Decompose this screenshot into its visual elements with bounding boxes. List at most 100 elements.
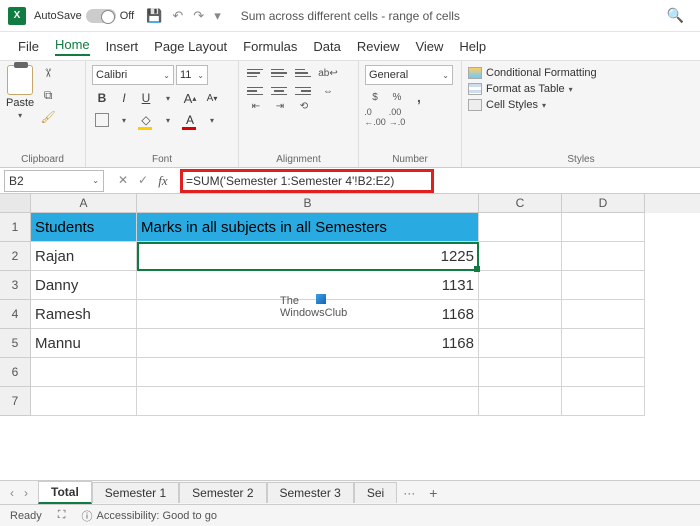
cell-D5[interactable] (562, 329, 645, 358)
cell-styles-button[interactable]: Cell Styles ▾ (468, 99, 694, 111)
tab-review[interactable]: Review (357, 39, 400, 54)
cell-A3[interactable]: Danny (31, 271, 137, 300)
save-icon[interactable]: 💾 (146, 8, 162, 24)
align-top-icon[interactable] (245, 65, 265, 81)
sheet-tab-total[interactable]: Total (38, 481, 92, 504)
formula-input[interactable]: =SUM('Semester 1:Semester 4'!B2:E2) (178, 168, 700, 194)
sheet-tab-semester1[interactable]: Semester 1 (92, 482, 179, 503)
cell-D3[interactable] (562, 271, 645, 300)
redo-icon[interactable]: ↷ (193, 8, 204, 24)
cell-A2[interactable]: Rajan (31, 242, 137, 271)
percent-icon[interactable]: % (387, 89, 407, 105)
cell-A7[interactable] (31, 387, 137, 416)
cell-D2[interactable] (562, 242, 645, 271)
align-left-icon[interactable] (245, 83, 265, 99)
row-header-7[interactable]: 7 (0, 387, 31, 416)
format-painter-icon[interactable]: 🖌 (40, 109, 56, 125)
cell-D1[interactable] (562, 213, 645, 242)
increase-font-icon[interactable]: A▴ (180, 89, 200, 107)
tab-data[interactable]: Data (313, 39, 340, 54)
format-as-table-button[interactable]: Format as Table ▾ (468, 83, 694, 95)
copy-icon[interactable]: ⧉ (40, 87, 56, 103)
sheet-prev-icon[interactable]: ‹ (10, 486, 14, 500)
orientation-icon[interactable]: ⟲ (293, 101, 315, 112)
row-header-2[interactable]: 2 (0, 242, 31, 271)
wrap-text-icon[interactable]: ab↩ (317, 65, 339, 81)
cell-D4[interactable] (562, 300, 645, 329)
row-header-3[interactable]: 3 (0, 271, 31, 300)
tab-home[interactable]: Home (55, 37, 90, 56)
cell-C6[interactable] (479, 358, 562, 387)
decrease-font-icon[interactable]: A▾ (202, 89, 222, 107)
tab-file[interactable]: File (18, 39, 39, 54)
cell-C3[interactable] (479, 271, 562, 300)
autosave-toggle[interactable]: AutoSave Off (34, 9, 134, 23)
indent-dec-icon[interactable]: ⇤ (245, 101, 267, 112)
border-button[interactable] (92, 111, 112, 129)
sheet-tab-semester3[interactable]: Semester 3 (267, 482, 354, 503)
search-icon[interactable]: 🔍 (667, 7, 684, 24)
col-header-A[interactable]: A (31, 194, 137, 213)
fill-color-button[interactable]: ◇ (136, 111, 156, 129)
tab-view[interactable]: View (415, 39, 443, 54)
cell-B5[interactable]: 1168 (137, 329, 479, 358)
font-size-combo[interactable]: 11⌄ (176, 65, 208, 85)
paste-button[interactable]: Paste ▾ (6, 65, 34, 120)
currency-icon[interactable]: $ (365, 89, 385, 105)
fill-dd-icon[interactable]: ▾ (158, 111, 178, 129)
cell-B4[interactable]: 1168 (137, 300, 479, 329)
row-header-5[interactable]: 5 (0, 329, 31, 358)
sheet-add-icon[interactable]: + (421, 485, 445, 501)
cell-C1[interactable] (479, 213, 562, 242)
col-header-B[interactable]: B (137, 194, 479, 213)
tab-help[interactable]: Help (459, 39, 486, 54)
row-header-1[interactable]: 1 (0, 213, 31, 242)
tab-insert[interactable]: Insert (106, 39, 139, 54)
sheet-tab-semester2[interactable]: Semester 2 (179, 482, 266, 503)
row-header-6[interactable]: 6 (0, 358, 31, 387)
font-color-button[interactable]: A (180, 111, 200, 129)
font-dd-icon[interactable]: ▾ (158, 89, 178, 107)
cell-A5[interactable]: Mannu (31, 329, 137, 358)
cell-B7[interactable] (137, 387, 479, 416)
tab-formulas[interactable]: Formulas (243, 39, 297, 54)
cell-A1[interactable]: Students (31, 213, 137, 242)
select-all-corner[interactable] (0, 194, 31, 213)
cell-B2[interactable]: 1225 (137, 242, 479, 271)
align-center-icon[interactable] (269, 83, 289, 99)
sheet-more-icon[interactable]: ··· (397, 486, 421, 500)
cell-B1[interactable]: Marks in all subjects in all Semesters (137, 213, 479, 242)
sheet-next-icon[interactable]: › (24, 486, 28, 500)
col-header-C[interactable]: C (479, 194, 562, 213)
border-dd-icon[interactable]: ▾ (114, 111, 134, 129)
row-header-4[interactable]: 4 (0, 300, 31, 329)
bold-button[interactable]: B (92, 89, 112, 107)
align-bottom-icon[interactable] (293, 65, 313, 81)
italic-button[interactable]: I (114, 89, 134, 107)
align-middle-icon[interactable] (269, 65, 289, 81)
cell-D6[interactable] (562, 358, 645, 387)
col-header-D[interactable]: D (562, 194, 645, 213)
cancel-formula-icon[interactable]: ✕ (114, 173, 132, 189)
fx-icon[interactable]: fx (154, 173, 172, 189)
cell-C7[interactable] (479, 387, 562, 416)
number-format-combo[interactable]: General⌄ (365, 65, 453, 85)
comma-icon[interactable]: , (409, 89, 429, 105)
cell-A6[interactable] (31, 358, 137, 387)
cell-B3[interactable]: 1131 (137, 271, 479, 300)
cell-C4[interactable] (479, 300, 562, 329)
align-right-icon[interactable] (293, 83, 313, 99)
indent-inc-icon[interactable]: ⇥ (269, 101, 291, 112)
cell-C5[interactable] (479, 329, 562, 358)
sheet-tab-semester4[interactable]: Sei (354, 482, 397, 503)
fontcolor-dd-icon[interactable]: ▾ (202, 111, 222, 129)
name-box[interactable]: B2⌄ (4, 170, 104, 192)
underline-button[interactable]: U (136, 89, 156, 107)
font-name-combo[interactable]: Calibri⌄ (92, 65, 174, 85)
decrease-decimal-icon[interactable]: .0←.00 (365, 109, 385, 125)
toggle-switch[interactable] (86, 9, 116, 23)
accept-formula-icon[interactable]: ✓ (134, 173, 152, 189)
tab-page-layout[interactable]: Page Layout (154, 39, 227, 54)
accessibility-status[interactable]: ⓘ Accessibility: Good to go (82, 508, 217, 524)
qat-dropdown-icon[interactable]: ▾ (214, 8, 221, 24)
